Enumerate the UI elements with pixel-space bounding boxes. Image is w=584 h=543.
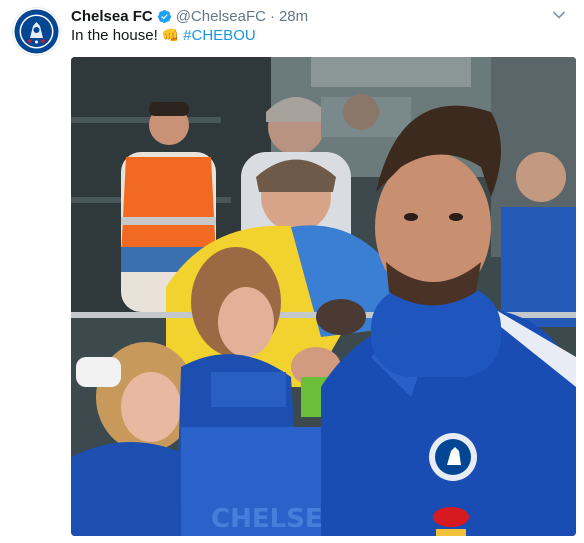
chevron-down-icon[interactable] (552, 8, 566, 22)
hashtag-link[interactable]: #CHEBOU (183, 27, 256, 44)
verified-badge-icon (157, 9, 171, 23)
fist-emoji-icon: 👊 (161, 27, 180, 43)
tweet-header: Chelsea FC @ChelseaFC · 28m (71, 6, 308, 26)
separator-dot: · (269, 7, 275, 25)
tweet[interactable]: Chelsea FC @ChelseaFC · 28m In the house… (0, 0, 584, 543)
author-handle[interactable]: @ChelseaFC (176, 8, 266, 25)
tweet-text: In the house! 👊 #CHEBOU (71, 27, 256, 44)
author-name[interactable]: Chelsea FC (71, 8, 153, 25)
tweet-video[interactable]: CHELSE (71, 57, 576, 536)
avatar[interactable] (12, 7, 61, 56)
video-still-icon: CHELSE (71, 57, 576, 536)
svg-text:CHELSE: CHELSE (211, 504, 323, 534)
timestamp[interactable]: 28m (279, 8, 308, 25)
chelsea-crest-icon (14, 9, 59, 54)
tweet-text-main: In the house! (71, 27, 158, 44)
